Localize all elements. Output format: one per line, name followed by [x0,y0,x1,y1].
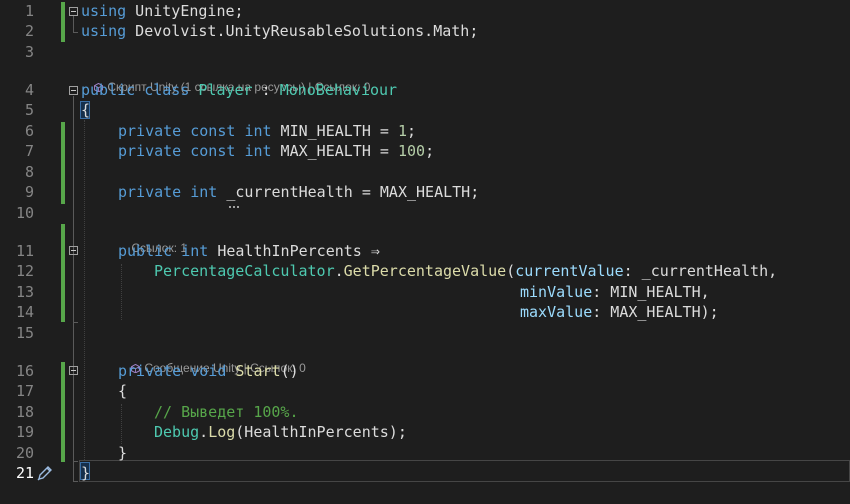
code-text: { [118,382,128,400]
keyword: class [144,81,190,99]
code-text: Devolvist.UnityReusableSolutions.Math; [126,22,479,40]
code-text: MIN_HEALTH = [271,122,398,140]
keyword: private [118,183,182,201]
line-number: 15 [15,324,34,342]
keyword: void [190,362,227,380]
keyword: private [118,362,182,380]
keyword: public [81,81,136,99]
parameter-name: maxValue [520,303,593,321]
code-comment: // Выведет 100%. [154,403,299,421]
keyword: int [190,183,218,201]
code-line-18[interactable]: // Выведет 100%. [154,402,299,422]
number-literal: 1 [397,122,407,140]
code-line-19[interactable]: Debug.Log(HealthInPercents); [154,422,407,442]
code-line-12[interactable]: PercentageCalculator.GetPercentageValue(… [154,261,777,281]
code-text: (HealthInPercents); [235,423,407,441]
code-line-6[interactable]: private const int MIN_HEALTH = 1; [118,121,416,141]
keyword: const [190,142,236,160]
type-name: MonoBehaviour [279,81,398,99]
codelens-method[interactable]: Сообщение Unity | Ссылок: 0 [118,344,306,375]
keyword: private [118,142,182,160]
code-line-21[interactable]: } [81,463,90,483]
code-text: : _currentHealth, [623,262,778,280]
code-line-14[interactable]: maxValue: MAX_HEALTH); [520,302,719,322]
code-text: ; [425,142,435,160]
line-number: 3 [24,43,34,61]
parameter-name: minValue [520,283,593,301]
keyword: public [118,242,173,260]
code-text: . [334,262,344,280]
line-number: 8 [24,163,34,181]
method-name: Start [235,362,281,380]
keyword: using [81,2,127,20]
code-text: _currentHealth = MAX_HEALTH; [217,183,480,201]
codelens-class[interactable]: Скрипт Unity (1 ссылка на ресурсы) | Ссы… [81,63,370,94]
code-line-17[interactable]: { [118,381,127,401]
code-line-5[interactable]: { [81,100,90,120]
type-name: PercentageCalculator [154,262,335,280]
method-name: GetPercentageValue [343,262,507,280]
code-text: { [81,101,91,119]
code-line-7[interactable]: private const int MAX_HEALTH = 100; [118,141,434,161]
code-line-9[interactable]: private int _currentHealth = MAX_HEALTH; [118,182,479,202]
keyword: int [244,122,272,140]
type-name: Player [198,81,253,99]
method-name: Log [208,423,236,441]
keyword: const [190,122,236,140]
keyword: int [244,142,272,160]
code-text: UnityEngine; [126,2,244,20]
codelens-property[interactable]: Ссылок: 1 [118,224,187,255]
code-line-13[interactable]: minValue: MIN_HEALTH, [520,282,710,302]
code-editor[interactable]: 1 2 3 4 5 6 7 8 9 10 11 12 13 14 15 16 1… [0,0,850,504]
code-line-2[interactable]: using Devolvist.UnityReusableSolutions.M… [81,21,478,41]
code-text: } [118,444,128,462]
number-literal: 100 [397,142,426,160]
keyword: using [81,22,127,40]
line-number: 10 [15,204,34,222]
code-text: . [199,423,209,441]
code-text: HealthInPercents ⇒ [208,242,380,260]
code-text: : MIN_HEALTH, [592,283,710,301]
code-text: MAX_HEALTH = [271,142,398,160]
keyword: int [181,242,209,260]
code-line-16[interactable]: private void Start() [118,361,299,381]
keyword: private [118,122,182,140]
code-line-4[interactable]: public class Player : MonoBehaviour [81,80,397,100]
type-name: Debug [154,423,200,441]
parameter-name: currentValue [515,262,624,280]
code-text: : MAX_HEALTH); [592,303,719,321]
code-text: : [252,81,280,99]
code-line-1[interactable]: using UnityEngine; [81,1,244,21]
code-text: ; [407,122,417,140]
code-line-20[interactable]: } [118,443,127,463]
code-text: ( [506,262,516,280]
code-line-11[interactable]: public int HealthInPercents ⇒ [118,241,380,261]
code-text: () [280,362,299,380]
code-text: } [81,464,91,482]
